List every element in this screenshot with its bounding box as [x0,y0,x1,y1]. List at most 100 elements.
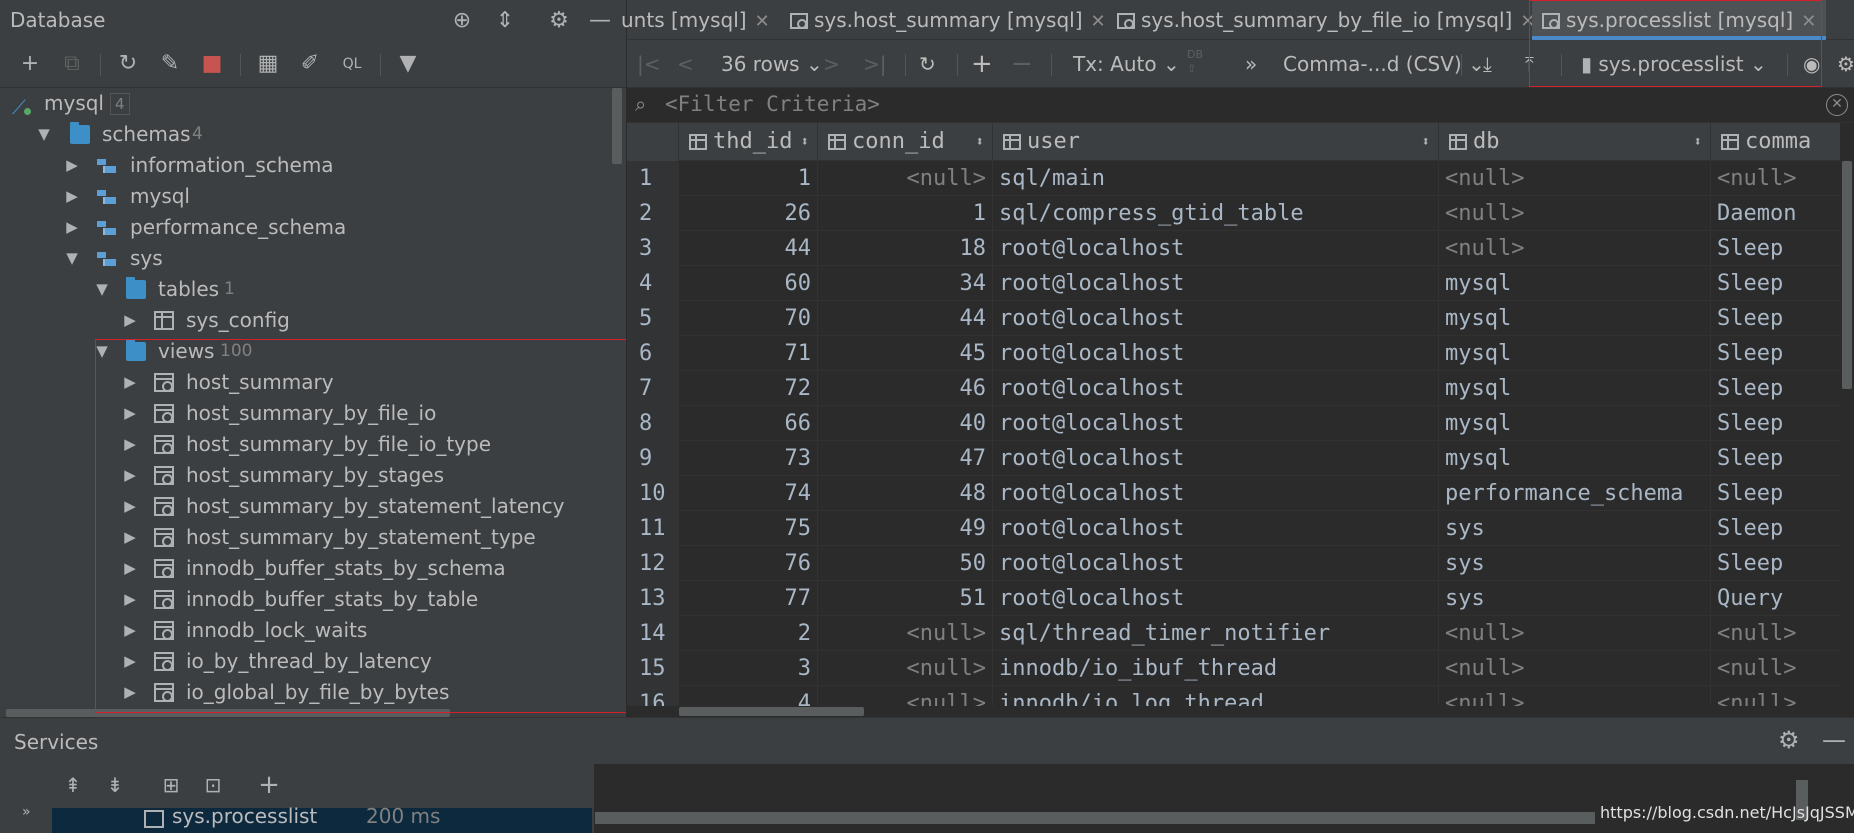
globe-icon[interactable]: ⊕ [447,6,477,36]
cell-thd-id[interactable]: 73 [679,441,818,476]
cell-thd-id[interactable]: 60 [679,266,818,301]
copy-icon[interactable]: ⧉ [56,48,88,80]
cell-thd-id[interactable]: 72 [679,371,818,406]
cell-db[interactable]: sys [1439,581,1711,616]
target-dropdown[interactable]: ▮ sys.processlist ⌄ [1581,48,1767,80]
tree-view-item[interactable]: ▶ host_summary [0,367,610,398]
cell-user[interactable]: root@localhost [993,441,1439,476]
cell-conn-id[interactable]: 51 [818,581,993,616]
tree-schema-item-sys[interactable]: ▼ sys [0,243,610,274]
tree-schema-item[interactable]: ▶ mysql [0,181,610,212]
tree-view-item[interactable]: ▶ innodb_buffer_stats_by_schema [0,553,610,584]
cell-db[interactable]: mysql [1439,266,1711,301]
cell-command[interactable]: Sleep [1711,371,1840,406]
table-row[interactable]: 12 76 50 root@localhost sys Sleep [627,546,1840,581]
cell-user[interactable]: root@localhost [993,371,1439,406]
chevron-right-icon[interactable]: ▶ [122,584,138,615]
sort-icon[interactable]: ⬍ [1694,123,1702,161]
filter-bar[interactable]: ⌕ <Filter Criteria> ✕ [627,88,1854,123]
cell-thd-id[interactable]: 1 [679,161,818,196]
cell-user[interactable]: sql/thread_timer_notifier [993,616,1439,651]
collapse-all-icon[interactable]: ⇟ [100,770,130,800]
next-page-icon[interactable]: > [823,48,840,80]
cell-thd-id[interactable]: 4 [679,686,818,706]
gear-icon[interactable]: ⚙ [544,6,574,36]
cell-conn-id[interactable]: 34 [818,266,993,301]
table-row[interactable]: 4 60 34 root@localhost mysql Sleep [627,266,1840,301]
tree-views[interactable]: ▼ views 100 [0,336,610,367]
table-row[interactable]: 14 2 <null> sql/thread_timer_notifier <null>… [627,616,1840,651]
tree-view-item[interactable]: ▶ host_summary_by_stages [0,460,610,491]
table-row[interactable]: 1 1 <null> sql/main <null> <null> [627,161,1840,196]
add-icon[interactable]: + [14,48,46,80]
cell-command[interactable]: Sleep [1711,231,1840,266]
cell-command[interactable]: Query [1711,581,1840,616]
cell-user[interactable]: sql/compress_gtid_table [993,196,1439,231]
cell-command[interactable]: Sleep [1711,546,1840,581]
column-header-thd-id[interactable]: thd_id ⬍ [679,123,818,161]
cell-thd-id[interactable]: 44 [679,231,818,266]
cell-db[interactable]: <null> [1439,686,1711,706]
cell-command[interactable]: Sleep [1711,336,1840,371]
chevron-right-icon[interactable]: ▶ [122,398,138,429]
cell-user[interactable]: root@localhost [993,581,1439,616]
cell-command[interactable]: Sleep [1711,441,1840,476]
table-row[interactable]: 8 66 40 root@localhost mysql Sleep [627,406,1840,441]
cell-db[interactable]: <null> [1439,231,1711,266]
cell-command[interactable]: Sleep [1711,406,1840,441]
scrollbar-thumb[interactable] [679,707,864,716]
cell-thd-id[interactable]: 2 [679,616,818,651]
chevron-right-icon[interactable]: ▶ [122,460,138,491]
cell-conn-id[interactable]: 18 [818,231,993,266]
cell-user[interactable]: innodb/io_log_thread [993,686,1439,706]
tab-processlist[interactable]: sys.processlist [mysql] ✕ [1532,0,1827,40]
cell-conn-id[interactable]: 48 [818,476,993,511]
tree-schema-item[interactable]: ▶ performance_schema [0,212,610,243]
table-row[interactable]: 2 26 1 sql/compress_gtid_table <null> Daemon [627,196,1840,231]
sort-icon[interactable]: ⬍ [801,123,809,161]
cell-command[interactable]: <null> [1711,651,1840,686]
cell-conn-id[interactable]: <null> [818,161,993,196]
cell-user[interactable]: innodb/io_ibuf_thread [993,651,1439,686]
refresh-icon[interactable]: ↻ [919,48,936,80]
cell-command[interactable]: Sleep [1711,301,1840,336]
chevron-right-icon[interactable]: ▶ [122,429,138,460]
group-icon[interactable]: ⊞ [156,770,186,800]
services-item-processlist[interactable]: sys.processlist 200 ms [52,804,592,833]
cell-db[interactable]: <null> [1439,616,1711,651]
cell-conn-id[interactable]: <null> [818,686,993,706]
commit-icon[interactable]: DB ⇧ [1187,48,1203,80]
tx-mode-dropdown[interactable]: Tx: Auto ⌄ [1073,48,1180,80]
cell-thd-id[interactable]: 26 [679,196,818,231]
table-row[interactable]: 10 74 48 root@localhost performance_schema Sl… [627,476,1840,511]
tree-view-item[interactable]: ▶ innodb_lock_waits [0,615,610,646]
chevron-right-icon[interactable]: ▶ [64,212,80,243]
cell-thd-id[interactable]: 70 [679,301,818,336]
column-header-user[interactable]: user ⬍ [993,123,1439,161]
clear-icon[interactable]: ✕ [1826,94,1848,116]
cell-user[interactable]: root@localhost [993,476,1439,511]
add-icon[interactable]: + [254,770,284,800]
minimize-icon[interactable]: — [585,6,615,36]
close-icon[interactable]: ✕ [1091,11,1106,32]
chevron-right-icon[interactable]: ▶ [122,522,138,553]
refresh-icon[interactable]: ↻ [112,48,144,80]
cell-command[interactable]: Sleep [1711,266,1840,301]
chevron-right-icon[interactable]: ▶ [64,181,80,212]
cell-command[interactable]: <null> [1711,686,1840,706]
cell-conn-id[interactable]: 49 [818,511,993,546]
cell-db[interactable]: <null> [1439,161,1711,196]
close-icon[interactable]: ✕ [1801,11,1816,32]
cell-conn-id[interactable]: 40 [818,406,993,441]
chevron-down-icon[interactable]: ▼ [94,274,110,305]
cell-thd-id[interactable]: 75 [679,511,818,546]
cell-db[interactable]: sys [1439,511,1711,546]
eye-icon[interactable]: ◉ [1803,48,1820,80]
rows-count-dropdown[interactable]: 36 rows ⌄ [721,48,823,80]
gear-icon[interactable]: ⚙ [1837,48,1854,80]
download-icon[interactable]: ⤓ [1483,48,1492,80]
cell-conn-id[interactable]: 46 [818,371,993,406]
cell-db[interactable]: mysql [1439,336,1711,371]
minimize-icon[interactable]: — [1822,726,1846,754]
tree-tables[interactable]: ▼ tables 1 [0,274,610,305]
